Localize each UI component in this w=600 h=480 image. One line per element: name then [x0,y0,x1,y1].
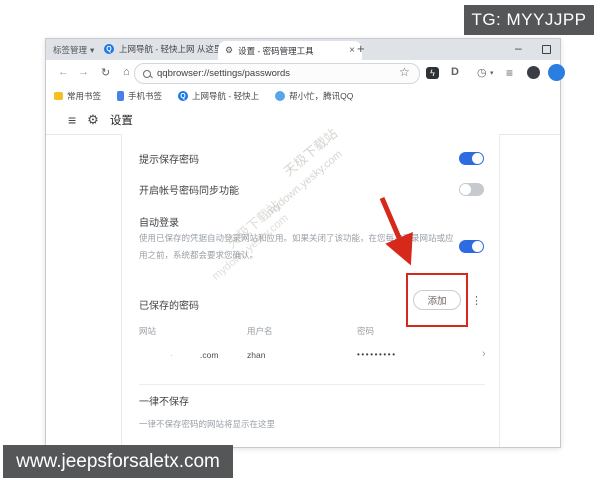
browser-window: 标签管理 ▾ Q 上网导航 - 轻快上网 从这里开始 ⚙ 设置 - 密码管理工具 … [45,38,565,448]
sync-label: 开启帐号密码同步功能 [139,186,239,197]
red-highlight-box [406,273,468,327]
bookmark-item-qq[interactable]: 帮小忙，腾讯QQ [275,90,353,102]
minimize-button[interactable]: – [515,41,522,55]
downloads-icon[interactable]: D [451,66,459,78]
phone-icon [117,91,125,101]
bolt-glyph: ϟ [430,68,435,78]
back-icon[interactable]: ← [58,66,69,78]
profile-avatar[interactable] [527,66,540,79]
saved-passwords-label: 已保存的密码 [139,301,199,312]
caret-down-icon: ▾ [90,44,95,55]
save-prompt-label: 提示保存密码 [139,155,199,166]
browser-logo-avatar[interactable] [548,64,565,81]
q-logo-icon: Q [178,91,189,101]
tab-manager-button[interactable]: 标签管理 ▾ [53,44,94,56]
bookmarks-bar: 常用书签 手机书签 Q 上网导航 - 轻快上 帮小忙，腾讯QQ [46,87,560,106]
settings-menu-icon[interactable]: ≡ [68,112,76,128]
screenshot-stage: 标签管理 ▾ Q 上网导航 - 轻快上网 从这里开始 ⚙ 设置 - 密码管理工具 … [0,0,600,480]
site-favicon-mark: · [170,350,173,360]
q-logo-icon: Q [104,44,114,54]
auto-login-toggle[interactable] [459,240,484,253]
sync-toggle[interactable] [459,183,484,196]
tab-settings-title: 设置 - 密码管理工具 [238,45,314,56]
menu-hamburger-icon[interactable]: ≡ [506,66,513,80]
search-icon [143,69,151,78]
bookmark-item-nav[interactable]: Q 上网导航 - 轻快上 [178,90,259,102]
bookmark-label: 手机书签 [128,91,163,101]
section-divider [139,384,485,385]
bookmark-item-common[interactable]: 常用书签 [54,90,101,102]
tg-badge-text: TG: MYYJJPP [471,10,587,29]
url-text: qqbrowser://settings/passwords [157,68,291,79]
column-site: 网站 [139,326,157,336]
folder-icon [54,92,63,100]
tab-settings[interactable]: ⚙ 设置 - 密码管理工具 × [218,41,362,60]
maximize-button[interactable] [542,45,551,54]
bookmark-label: 帮小忙，腾讯QQ [289,91,354,101]
new-tab-button[interactable]: + [357,41,365,56]
bookmark-item-mobile[interactable]: 手机书签 [117,90,162,102]
history-caret-icon[interactable]: ▾ [490,69,494,77]
chevron-right-icon[interactable]: › [482,348,486,360]
site-cell: .com [200,350,219,360]
gear-icon: ⚙ [225,45,234,55]
never-save-title: 一律不保存 [139,397,189,408]
password-cell: ••••••••• [357,350,397,359]
auto-login-description: 使用已保存的凭据自动登录网站和应用。如果关闭了该功能，在您每次登录网站或应用之前… [139,233,454,260]
settings-header: ≡ ⚙ 设置 [46,105,560,135]
save-prompt-toggle[interactable] [459,152,484,165]
column-password: 密码 [357,326,375,336]
bookmark-label: 常用书签 [67,91,102,101]
column-username: 用户名 [247,326,273,336]
tab-manager-label: 标签管理 [53,45,88,55]
more-menu-kebab-icon[interactable]: ⋮ [471,294,482,307]
tab-close-icon[interactable]: × [349,45,355,56]
never-save-hint: 一律不保存密码的网站将显示在这里 [139,419,276,429]
username-cell: zhan [247,350,266,360]
bookmark-star-icon[interactable]: ☆ [399,65,410,79]
site-badge: www.jeepsforsaletx.com [3,445,233,478]
address-bar[interactable]: qqbrowser://settings/passwords [134,63,420,84]
auto-login-title: 自动登录 [139,218,179,229]
extension-bolt-icon[interactable]: ϟ [426,67,439,79]
history-clock-icon[interactable]: ◷ [477,66,487,79]
settings-page-title: 设置 [109,114,133,127]
tab-strip: 标签管理 ▾ Q 上网导航 - 轻快上网 从这里开始 ⚙ 设置 - 密码管理工具 … [46,39,560,60]
tg-badge: TG: MYYJJPP [464,5,594,35]
qq-penguin-icon [275,91,286,101]
settings-gear-icon: ⚙ [87,111,99,127]
home-icon[interactable]: ⌂ [123,66,130,78]
forward-icon[interactable]: → [78,66,89,78]
bookmark-label: 上网导航 - 轻快上 [192,91,260,101]
reload-icon[interactable]: ↻ [101,66,110,79]
toolbar: ← → ↻ ⌂ qqbrowser://settings/passwords ☆… [46,60,565,88]
site-badge-text: www.jeepsforsaletx.com [16,450,220,472]
